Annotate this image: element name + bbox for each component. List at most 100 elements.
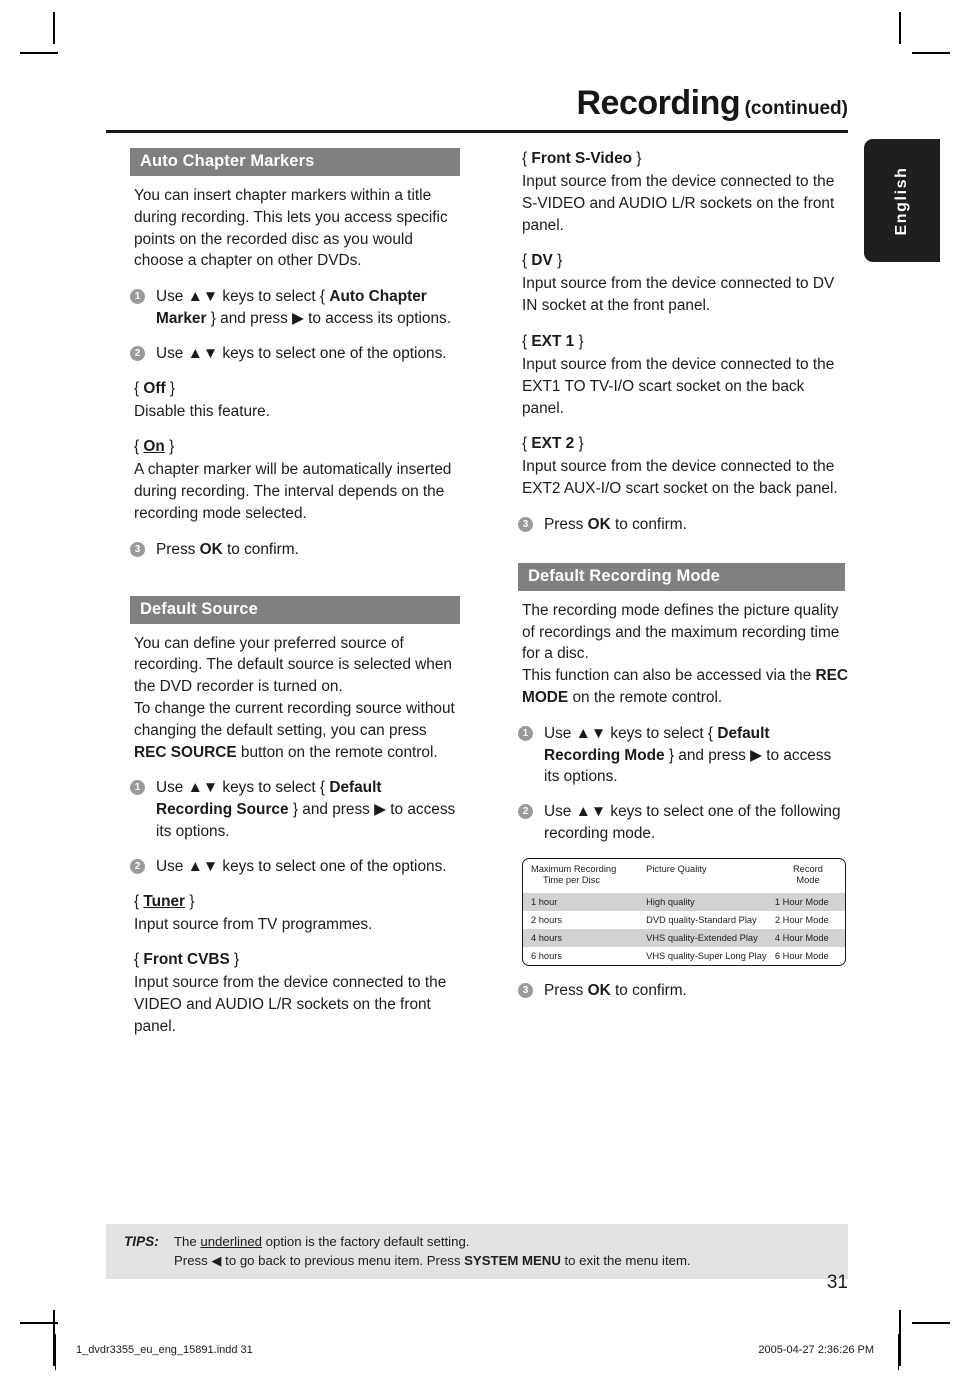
header-line1: Maximum Recording (531, 863, 617, 874)
step-item: 3 Press OK to confirm. (518, 514, 848, 536)
tips-line1-post: option is the factory default setting. (261, 1234, 470, 1249)
intro-pre: This function can also be accessed via t… (522, 667, 816, 685)
step-text-post: } and press ▶ to access its options. (206, 309, 452, 327)
option-description: Input source from the device connected t… (522, 458, 838, 498)
language-tab-label: English (893, 166, 910, 235)
auto-chapter-markers-intro: You can insert chapter markers within a … (134, 187, 448, 270)
intro-pre: To change the current recording source w… (134, 699, 455, 739)
recording-mode-table: Maximum Recording Time per Disc Picture Q… (522, 857, 846, 966)
option-description: Disable this feature. (134, 402, 271, 420)
step-item: 1 Use ▲▼ keys to select { Default Recordi… (518, 723, 848, 788)
step-text-pre: Use ▲▼ keys to select one of the options… (156, 344, 447, 362)
option-name: On (143, 438, 165, 456)
table-header-record-mode: Record Mode (771, 859, 845, 893)
page-title-continued: (continued) (744, 98, 848, 119)
print-footer-left-rule (55, 1334, 56, 1370)
right-column: { Front S-Video } Input source from the … (518, 148, 848, 1015)
step-text-pre: Use ▲▼ keys to select { (156, 779, 330, 797)
step-text-pre: Use ▲▼ keys to select one of the options… (156, 857, 447, 875)
crop-mark-bottom-left-horizontal (20, 1322, 58, 1324)
option-title: { DV } (522, 252, 563, 270)
option-name: EXT 1 (531, 332, 575, 350)
page-title: Recording (continued) (576, 84, 848, 123)
page-number: 31 (826, 1272, 848, 1293)
step-item: 3 Press OK to confirm. (518, 980, 848, 1002)
step-text-bold: OK (587, 515, 611, 533)
section-heading-default-recording-mode: Default Recording Mode (518, 562, 845, 591)
cell-mode: 2 Hour Mode (774, 914, 829, 925)
option-title: { EXT 2 } (522, 435, 584, 453)
option-title: { EXT 1 } (522, 332, 584, 350)
option-name: DV (531, 252, 553, 270)
cell-mode: 4 Hour Mode (770, 928, 845, 947)
tips-line2-pre: Press ◀ to go back to previous menu item… (174, 1253, 465, 1268)
step-number: 2 (130, 345, 145, 361)
step-text-bold: OK (199, 540, 223, 558)
crop-mark-bottom-right-vertical (899, 1310, 901, 1366)
option-title: { Front S-Video } (522, 150, 642, 167)
step-text-post: to confirm. (222, 540, 299, 558)
step-text-pre: Press (544, 515, 588, 533)
tips-lines: The underlined option is the factory def… (174, 1232, 848, 1270)
option-title: { On } (134, 438, 175, 456)
cell-quality: High quality (642, 892, 771, 911)
tips-line1-pre: The (174, 1234, 201, 1249)
cell-quality: DVD quality-Standard Play (646, 914, 757, 925)
section-heading-default-source: Default Source (130, 595, 460, 624)
page-title-main: Recording (576, 84, 741, 122)
option-name: EXT 2 (531, 435, 575, 453)
cell-mode: 6 Hour Mode (774, 950, 829, 961)
step-text-pre: Use ▲▼ keys to select { (156, 288, 330, 306)
option-name: Front CVBS (143, 951, 230, 969)
left-column: Auto Chapter Markers You can insert chap… (130, 148, 460, 1052)
table-row: 2 hours DVD quality-Standard Play 2 Hour… (523, 911, 845, 929)
step-number: 3 (130, 541, 145, 557)
step-item: 2 Use ▲▼ keys to select one of the option… (130, 856, 460, 878)
option-name: Front S-Video (531, 150, 633, 167)
intro-bold: REC SOURCE (134, 743, 237, 761)
table-row: 1 hour High quality 1 Hour Mode (523, 892, 845, 911)
option-title: { Front CVBS } (134, 951, 240, 969)
print-footer-right-rule (898, 1334, 899, 1370)
print-footer-filename: 1_dvdr3355_eu_eng_15891.indd 31 (76, 1344, 253, 1356)
step-number: 1 (130, 289, 145, 305)
option-name: Off (143, 379, 166, 397)
crop-mark-top-left-horizontal (20, 52, 58, 54)
step-number: 2 (130, 858, 145, 874)
step-item: 2 Use ▲▼ keys to select one of the option… (130, 343, 460, 365)
step-text-pre: Press (544, 981, 588, 999)
step-text-bold: OK (587, 981, 611, 999)
option-description: Input source from the device connected t… (134, 974, 447, 1035)
intro-post: on the remote control. (568, 688, 723, 706)
default-source-intro-a: You can define your preferred source of … (134, 634, 452, 696)
header-line1: Record (792, 863, 823, 874)
step-text-post: to confirm. (610, 515, 687, 533)
step-text-pre: Press (156, 540, 200, 558)
option-description: A chapter marker will be automatically i… (134, 461, 452, 522)
table-header-max-time: Maximum Recording Time per Disc (523, 859, 642, 893)
tips-line2-bold: SYSTEM MENU (464, 1253, 561, 1268)
default-recording-mode-intro-b: This function can also be accessed via t… (518, 665, 848, 709)
step-item: 1 Use ▲▼ keys to select { Auto Chapter Ma… (130, 286, 460, 330)
tips-box: TIPS: The underlined option is the facto… (106, 1224, 848, 1279)
table-header-picture-quality: Picture Quality (646, 863, 707, 874)
table-header-row: Maximum Recording Time per Disc Picture Q… (523, 859, 845, 893)
tips-label: TIPS: (124, 1234, 159, 1249)
tips-line-2: Press ◀ to go back to previous menu item… (174, 1251, 848, 1270)
cell-time: 6 hours (531, 950, 563, 961)
cell-time: 2 hours (531, 914, 563, 925)
tips-line-1: The underlined option is the factory def… (174, 1232, 848, 1251)
step-number: 1 (130, 780, 145, 796)
option-title: { Off } (134, 379, 176, 397)
intro-post: button on the remote control. (236, 743, 438, 761)
option-name: Tuner (143, 892, 186, 910)
header-line2: Mode (796, 875, 820, 886)
header-divider (106, 130, 848, 133)
step-number: 3 (518, 982, 533, 998)
option-description: Input source from the device connected t… (522, 173, 835, 234)
crop-mark-top-right-vertical (899, 12, 901, 44)
tips-line1-underline: underlined (200, 1234, 262, 1249)
step-text-pre: Use ▲▼ keys to select one of the followi… (544, 803, 841, 842)
table-row: 4 hours VHS quality-Extended Play 4 Hour… (523, 928, 845, 947)
option-description: Input source from TV programmes. (134, 915, 373, 933)
